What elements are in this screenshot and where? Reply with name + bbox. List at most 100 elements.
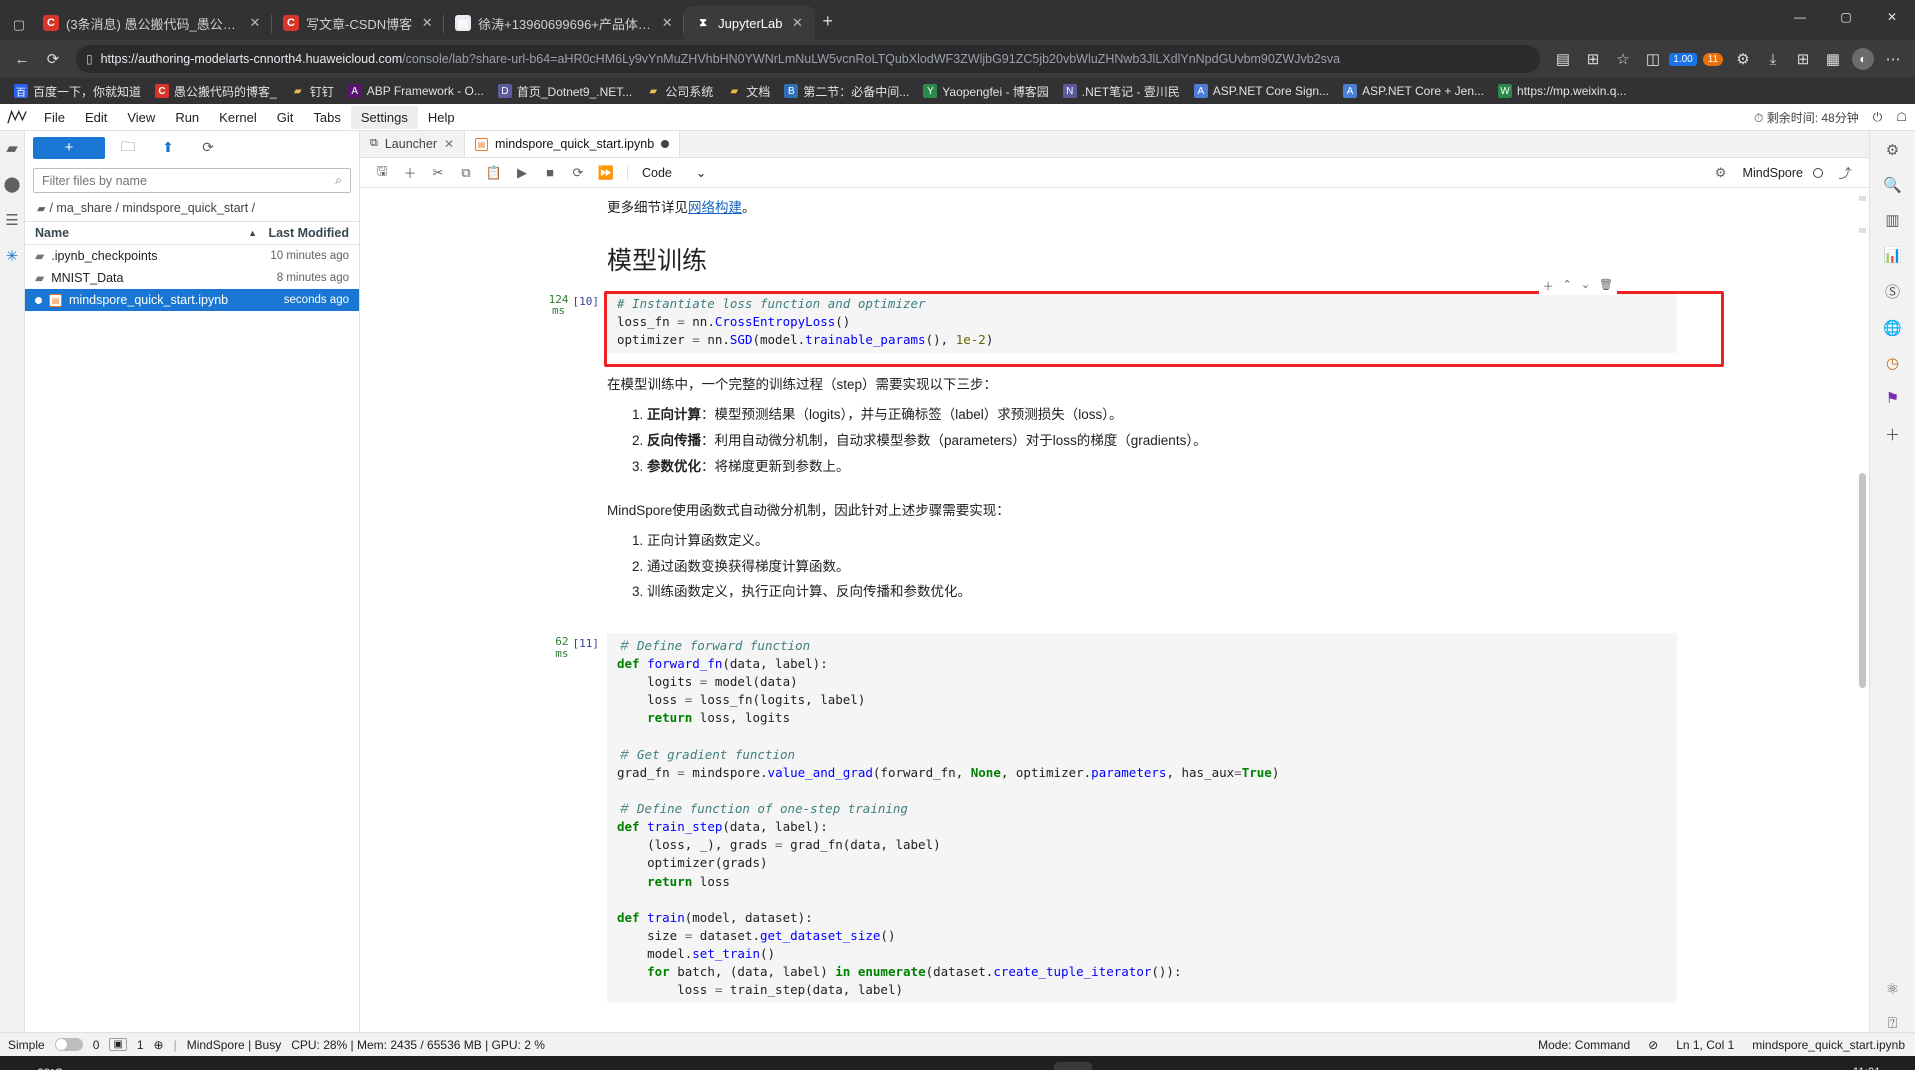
table-icon[interactable]: ▥ [1885,211,1899,229]
share-icon[interactable]: ⤴ [1833,162,1857,184]
commands-list-icon[interactable]: ☰ [5,211,18,229]
close-icon[interactable]: ✕ [419,15,435,31]
file-row-mnist-data[interactable]: ▰ MNIST_Data 8 minutes ago [25,267,359,289]
terminal-icon[interactable]: ▣ [109,1038,127,1051]
run-icon[interactable]: ▶ [510,162,534,184]
code-cell-10-source[interactable]: # Instantiate loss function and optimize… [607,290,1677,354]
bookmark-item[interactable]: ▰ 钉钉 [285,81,340,102]
extensions-manager-icon[interactable]: ⚛ [1886,980,1899,998]
bookmark-item[interactable]: A ABP Framework - O... [342,82,490,100]
help-icon[interactable]: ⍰ [1888,1015,1897,1032]
copy-icon[interactable]: ⧉ [454,162,478,184]
restart-kernel-icon[interactable]: ⟳ [566,162,590,184]
menu-settings[interactable]: Settings [350,105,418,129]
browser-tab-1[interactable]: C 写文章-CSDN博客 ✕ [272,6,445,40]
power-icon[interactable]: ⏻ [1873,110,1883,125]
browser-tab-0[interactable]: C (3条消息) 愚公搬代码_愚公系列- ✕ [32,6,272,40]
bookmark-item[interactable]: A ASP.NET Core + Jen... [1337,82,1490,100]
notebook-scroll-area[interactable]: 更多细节详见网络构建。 模型训练 124 ms [10] # Instantia… [360,188,1869,1032]
terminal-count[interactable]: 0 [93,1038,100,1052]
globe-icon[interactable]: 🌐 [1883,319,1902,337]
kernel-status-icon[interactable] [1813,167,1823,178]
favorite-icon[interactable]: ☆ [1609,45,1637,73]
globe-icon[interactable]: ⊕ [154,1038,164,1052]
menu-kernel[interactable]: Kernel [209,106,267,129]
jupyter-window-icon[interactable]: ▣ [1053,1062,1092,1070]
tab-launcher[interactable]: ⧉ Launcher ✕ [360,131,466,157]
apps-icon[interactable]: ▦ [1819,45,1847,73]
restart-run-all-icon[interactable]: ⏩ [594,162,618,184]
search-icon[interactable]: 🔍 [1883,176,1902,194]
file-row-mindspore-quick-start[interactable]: ▤ mindspore_quick_start.ipynb seconds ago [25,289,359,311]
address-bar[interactable]: ▯ https://authoring-modelarts-cnnorth4.h… [76,45,1540,73]
menu-git[interactable]: Git [267,106,304,129]
settings-icon[interactable]: ⚙ [1886,141,1899,159]
paste-icon[interactable]: 📋 [482,162,506,184]
upload-icon[interactable]: ⬆ [151,136,185,160]
menu-file[interactable]: File [34,106,75,129]
kernel-status-text[interactable]: MindSpore | Busy [187,1038,282,1052]
move-up-icon[interactable]: ⌃ [1563,278,1572,294]
close-icon[interactable]: ✕ [444,137,454,151]
bookmark-item[interactable]: ▰ 公司系统 [640,81,719,102]
settings-gear-icon[interactable]: ⚙ [1709,162,1733,184]
bookmark-item[interactable]: Whttps://mp.weixin.q... [1492,82,1632,100]
filter-files-input[interactable] [42,173,336,188]
move-down-icon[interactable]: ⌄ [1581,278,1590,294]
kernel-count[interactable]: 1 [137,1038,144,1052]
profile-avatar[interactable]: ◐ [1849,45,1877,73]
read-aloud-icon[interactable]: ▤ [1549,45,1577,73]
menu-help[interactable]: Help [418,106,465,129]
running-stop-icon[interactable]: ⬤ [4,175,21,193]
close-icon[interactable]: ✕ [790,15,806,31]
scrollbar-thumb[interactable] [1859,473,1866,688]
user-icon[interactable]: ☖ [1896,110,1907,124]
maximize-button[interactable]: ▢ [1823,0,1869,34]
refresh-icon[interactable]: ⟳ [191,136,225,160]
menu-run[interactable]: Run [165,106,209,129]
search-icon[interactable]: ⌕ [335,173,342,188]
extensions-icon[interactable]: ⊞ [1789,45,1817,73]
start-icon[interactable] [824,1062,862,1070]
delete-icon[interactable]: 🗑 [1599,278,1613,294]
add-icon[interactable]: ＋ [1543,278,1554,294]
code-cell-11[interactable]: 62 ms [11] ＃ Define forward function def… [552,632,1677,1004]
save-icon[interactable]: 🖫 [370,162,394,184]
badge-icon[interactable]: Ⓢ [1885,281,1900,302]
minimize-button[interactable]: — [1777,0,1823,34]
search-icon[interactable]: 🔍 [870,1062,908,1070]
close-window-button[interactable]: ✕ [1869,0,1915,34]
column-header-modified[interactable]: Last Modified [257,226,349,240]
coupon-badge[interactable]: 1.00 [1669,45,1697,73]
close-icon[interactable]: ✕ [659,15,675,31]
close-icon[interactable]: ✕ [247,15,263,31]
flag-icon[interactable]: ⚑ [1886,389,1899,407]
chart-icon[interactable]: 📊 [1883,246,1902,264]
notification-badge[interactable]: 11 [1699,45,1727,73]
tab-mindspore-quick-start[interactable]: ▤ mindspore_quick_start.ipynb [465,131,681,157]
notebook-vertical-scrollbar[interactable] [1858,188,1867,1032]
browser-tab-3[interactable]: ⧗ JupyterLab ✕ [684,6,815,40]
menu-tabs[interactable]: Tabs [303,106,350,129]
column-header-name[interactable]: Name ▲ [35,226,257,240]
file-row-ipynb-checkpoints[interactable]: ▰ .ipynb_checkpoints 10 minutes ago [25,245,359,267]
code-cell-11-source[interactable]: ＃ Define forward function def forward_fn… [607,632,1677,1004]
breadcrumb[interactable]: ▰ / ma_share / mindspore_quick_start / [25,199,359,221]
cut-icon[interactable]: ✂ [426,162,450,184]
unsaved-changes-icon[interactable] [661,140,670,148]
browser-tab-2[interactable]: ▤ 徐涛+13960699696+产品体验评 ✕ [444,6,685,40]
new-folder-icon[interactable]: 🗀 [111,136,145,160]
new-launcher-button[interactable]: + [33,136,105,159]
cell-type-select[interactable]: Code ⌄ [637,163,711,182]
new-tab-button[interactable]: + [823,11,834,32]
bookmark-item[interactable]: D 首页_Dotnet9_.NET... [492,81,638,102]
widgets-icon[interactable]: ◈ [962,1062,1000,1070]
split-screen-icon[interactable]: ◫ [1639,45,1667,73]
edge-icon[interactable]: ◉ [1008,1062,1046,1070]
clock[interactable]: 11:01 2023/7/24 [1830,1066,1881,1070]
bookmark-item[interactable]: N .NET笔记 - 壹川民 [1057,81,1186,102]
bookmark-item[interactable]: Y Yaopengfei - 博客园 [917,81,1055,102]
folder-icon[interactable]: ▰ [6,139,18,157]
add-cell-icon[interactable]: ＋ [398,162,422,184]
bookmark-item[interactable]: B 第二节：必备中间... [778,81,915,102]
